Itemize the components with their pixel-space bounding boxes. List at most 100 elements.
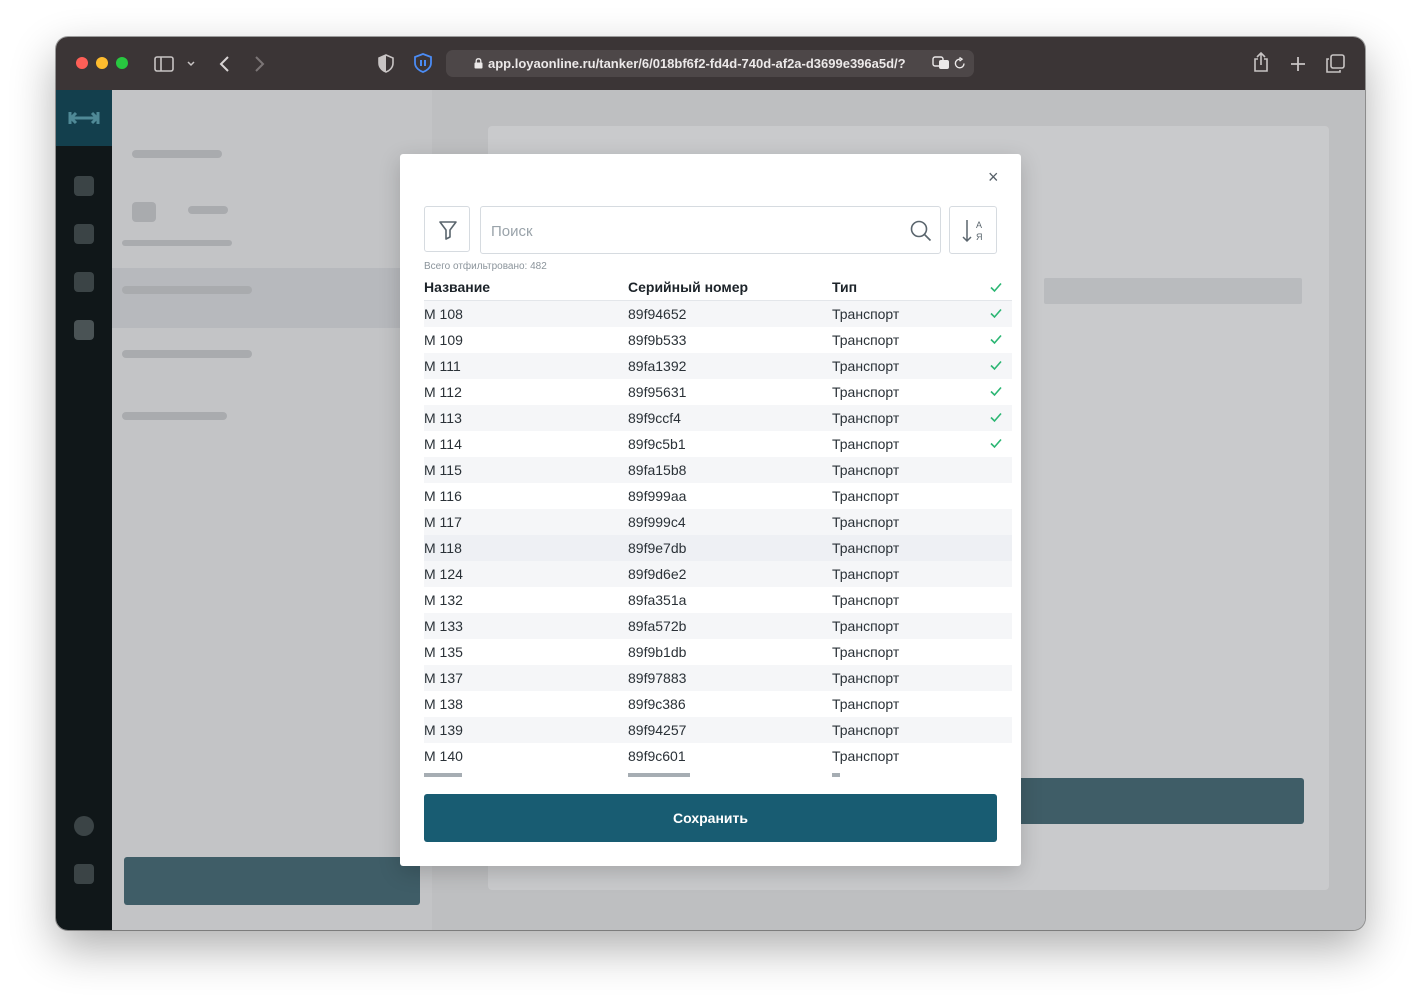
chevron-down-icon[interactable]	[187, 61, 195, 67]
table-row[interactable]: М 114 89f9c5b1 Транспорт	[424, 431, 1012, 457]
address-bar[interactable]: app.loyaonline.ru/tanker/6/018bf6f2-fd4d…	[446, 50, 974, 77]
table-row[interactable]: М 138 89f9c386 Транспорт	[424, 691, 1012, 717]
table-row[interactable]: М 111 89fa1392 Транспорт	[424, 353, 1012, 379]
table-row[interactable]: М 135 89f9b1db Транспорт	[424, 639, 1012, 665]
close-window-button[interactable]	[76, 57, 88, 69]
svg-text:A: A	[976, 220, 982, 230]
cell-serial: 89f999aa	[628, 488, 687, 504]
cell-name: М 109	[424, 332, 463, 348]
table-row[interactable]: М 124 89f9d6e2 Транспорт	[424, 561, 1012, 587]
cell-name: М 114	[424, 436, 462, 452]
devices-icon[interactable]	[74, 320, 94, 340]
cell-name: М 111	[424, 358, 461, 374]
privacy-shield-icon[interactable]	[378, 54, 394, 73]
check-icon[interactable]	[989, 306, 1003, 320]
check-icon[interactable]	[989, 358, 1003, 372]
column-serial-header[interactable]: Серийный номер	[628, 279, 748, 295]
back-icon[interactable]	[218, 55, 230, 73]
cell-serial: 89f9ccf4	[628, 410, 681, 426]
list-filter-button[interactable]	[132, 202, 156, 222]
cell-name: М 112	[424, 384, 462, 400]
background-primary-button[interactable]	[1008, 778, 1304, 824]
list-item-selected[interactable]	[112, 268, 432, 328]
cell-name: М 138	[424, 696, 463, 712]
cell-serial: 89fa15b8	[628, 462, 687, 478]
cell-name: М 133	[424, 618, 463, 634]
documents-icon[interactable]	[74, 176, 94, 196]
check-icon[interactable]	[989, 332, 1003, 346]
select-all-check-icon[interactable]	[989, 280, 1003, 294]
list-total	[122, 240, 232, 246]
cell-name: М 117	[424, 514, 462, 530]
table-row[interactable]: М 108 89f94652 Транспорт	[424, 301, 1012, 327]
close-icon[interactable]: ×	[988, 168, 999, 186]
search-input[interactable]	[489, 219, 893, 243]
tab-overview-icon[interactable]	[1326, 54, 1345, 73]
org-select[interactable]	[132, 150, 222, 158]
check-icon[interactable]	[989, 436, 1003, 450]
list-item-title	[122, 286, 252, 294]
forward-icon[interactable]	[254, 55, 266, 73]
search-icon[interactable]	[910, 220, 932, 242]
cell-serial: 89f97883	[628, 670, 687, 686]
table-row[interactable]: М 132 89fa351a Транспорт	[424, 587, 1012, 613]
cell-name: М 108	[424, 306, 463, 322]
column-type-header[interactable]: Тип	[832, 279, 857, 295]
delete-all-button[interactable]	[1044, 278, 1302, 304]
table-row[interactable]: М 140 89f9c601 Транспорт	[424, 743, 1012, 769]
check-icon[interactable]	[989, 384, 1003, 398]
add-button[interactable]	[124, 857, 420, 905]
list-search-input[interactable]	[188, 206, 228, 214]
minimize-window-button[interactable]	[96, 57, 108, 69]
translate-icon[interactable]	[932, 56, 950, 70]
cell-type: Транспорт	[832, 566, 900, 582]
url-text: app.loyaonline.ru/tanker/6/018bf6f2-fd4d…	[488, 56, 906, 71]
table-row[interactable]: М 118 89f9e7db Транспорт	[424, 535, 1012, 561]
search-field[interactable]	[480, 206, 941, 254]
table-row[interactable]: М 115 89fa15b8 Транспорт	[424, 457, 1012, 483]
sidebar-toggle-icon[interactable]	[154, 56, 174, 72]
cell-serial: 89f9b1db	[628, 644, 687, 660]
cell-serial: 89f9e7db	[628, 540, 687, 556]
table-row[interactable]: М 139 89f94257 Транспорт	[424, 717, 1012, 743]
table-row[interactable]: М 137 89f97883 Транспорт	[424, 665, 1012, 691]
cell-type: Транспорт	[832, 670, 900, 686]
cell-type: Транспорт	[832, 384, 900, 400]
cards-icon[interactable]	[74, 272, 94, 292]
check-icon[interactable]	[989, 410, 1003, 424]
table-row[interactable]: М 133 89fa572b Транспорт	[424, 613, 1012, 639]
share-icon[interactable]	[1253, 52, 1269, 73]
list-item-title	[122, 412, 227, 420]
cell-name: М 115	[424, 462, 462, 478]
cell-type: Транспорт	[832, 748, 900, 764]
cell-serial: 89fa351a	[628, 592, 687, 608]
users-icon[interactable]	[74, 224, 94, 244]
table-row[interactable]: М 117 89f999c4 Транспорт	[424, 509, 1012, 535]
table-row-partial	[424, 773, 1012, 777]
cell-name: М 124	[424, 566, 463, 582]
cell-type: Транспорт	[832, 462, 900, 478]
column-name-header[interactable]: Название	[424, 279, 490, 295]
cell-serial: 89fa572b	[628, 618, 687, 634]
device-select-modal: × AЯ Всего отфильтровано: 482 Название С…	[400, 154, 1021, 866]
table-row[interactable]: М 109 89f9b533 Транспорт	[424, 327, 1012, 353]
svg-text:Я: Я	[976, 232, 983, 242]
save-button[interactable]: Сохранить	[424, 794, 997, 842]
table-row[interactable]: М 116 89f999aa Транспорт	[424, 483, 1012, 509]
cell-type: Транспорт	[832, 592, 900, 608]
logout-icon[interactable]	[74, 864, 94, 884]
extension-shield-icon[interactable]	[414, 53, 432, 73]
cell-name: М 116	[424, 488, 462, 504]
cell-serial: 89fa1392	[628, 358, 687, 374]
sort-button[interactable]: AЯ	[949, 206, 997, 254]
cell-name: М 132	[424, 592, 463, 608]
maximize-window-button[interactable]	[116, 57, 128, 69]
new-tab-icon[interactable]	[1290, 56, 1306, 72]
filter-button[interactable]	[424, 206, 470, 252]
table-row[interactable]: М 113 89f9ccf4 Транспорт	[424, 405, 1012, 431]
reload-icon[interactable]	[954, 57, 966, 70]
table-header: Название Серийный номер Тип	[424, 276, 1012, 301]
table-row[interactable]: М 112 89f95631 Транспорт	[424, 379, 1012, 405]
help-icon[interactable]	[74, 816, 94, 836]
cell-type: Транспорт	[832, 514, 900, 530]
